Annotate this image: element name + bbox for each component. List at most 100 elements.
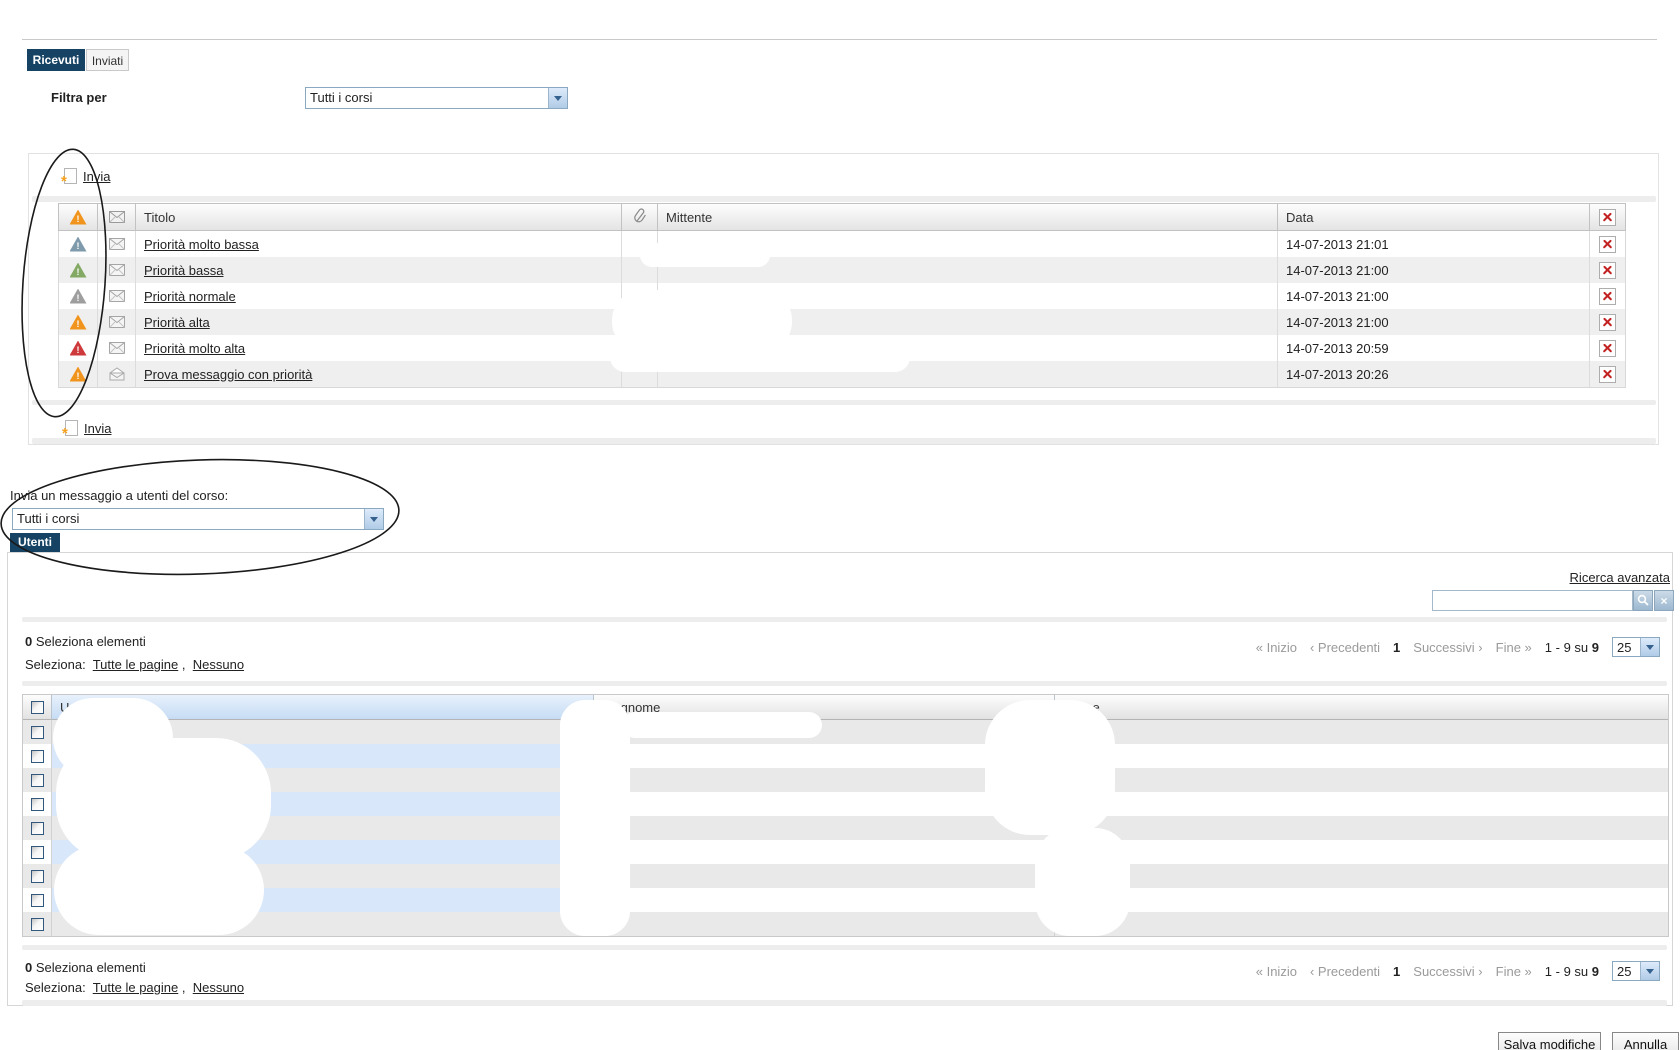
row-checkbox[interactable]	[31, 822, 44, 835]
pagination-prev[interactable]: ‹ Precedenti	[1310, 964, 1380, 979]
message-title-link[interactable]: Priorità molto bassa	[144, 237, 259, 252]
search-button[interactable]	[1633, 590, 1653, 611]
chevron-down-icon[interactable]	[1640, 638, 1659, 656]
send-message-link-bottom[interactable]: * Invia	[65, 420, 111, 436]
user-nome	[1054, 768, 1668, 792]
per-page-value: 25	[1613, 638, 1640, 656]
message-date: 14-07-2013 20:59	[1277, 335, 1589, 361]
redaction-blob	[560, 700, 630, 936]
priority-high-icon: !	[70, 367, 87, 382]
user-nome	[1054, 720, 1668, 744]
row-checkbox[interactable]	[31, 870, 44, 883]
user-cognome	[593, 888, 1054, 912]
select-none-link[interactable]: Nessuno	[193, 657, 244, 672]
select-none-link[interactable]: Nessuno	[193, 980, 244, 995]
priority-high-icon: !	[70, 315, 87, 330]
user-nome	[1054, 840, 1668, 864]
pagination-next[interactable]: Successivi ›	[1413, 640, 1482, 655]
pagination-bottom: « Inizio ‹ Precedenti 1 Successivi › Fin…	[1180, 960, 1660, 982]
top-divider	[22, 39, 1657, 40]
separator	[22, 1000, 1667, 1006]
close-icon: ×	[1660, 594, 1667, 608]
pagination-first[interactable]: « Inizio	[1256, 964, 1297, 979]
tab-ricevuti[interactable]: Ricevuti	[27, 49, 85, 71]
course-filter-select[interactable]: Tutti i corsi	[305, 87, 568, 109]
priority-very-low-icon: !	[70, 237, 87, 252]
row-checkbox[interactable]	[31, 846, 44, 859]
user-cognome	[593, 840, 1054, 864]
column-header-priority: !	[59, 204, 97, 230]
separator	[22, 945, 1667, 950]
save-button[interactable]: Salva modifiche	[1498, 1032, 1601, 1050]
priority-normal-icon: !	[70, 289, 87, 304]
select-all-pages-link[interactable]: Tutte le pagine	[93, 657, 179, 672]
delete-message-button[interactable]	[1599, 340, 1616, 357]
priority-icon: !	[70, 210, 87, 225]
search-input[interactable]	[1432, 590, 1633, 611]
pagination-range: 1 - 9 su 9	[1545, 640, 1599, 655]
chevron-down-icon[interactable]	[364, 509, 383, 529]
pagination-prev[interactable]: ‹ Precedenti	[1310, 640, 1380, 655]
envelope-icon	[109, 211, 125, 223]
tab-utenti[interactable]: Utenti	[10, 533, 60, 552]
column-header-mittente: Mittente	[657, 204, 1277, 230]
selection-links: Seleziona: Tutte le pagine , Nessuno	[25, 980, 244, 995]
pagination-last[interactable]: Fine »	[1496, 640, 1532, 655]
cancel-button[interactable]: Annulla	[1612, 1032, 1679, 1050]
search-icon	[1637, 594, 1650, 607]
envelope-open-icon	[109, 367, 125, 381]
message-title-link[interactable]: Priorità bassa	[144, 263, 223, 278]
select-all-checkbox[interactable]	[31, 701, 44, 714]
redaction-blob	[640, 243, 770, 267]
compose-course-select[interactable]: Tutti i corsi	[12, 508, 384, 530]
chevron-down-icon[interactable]	[1640, 962, 1659, 980]
chevron-down-icon[interactable]	[548, 88, 567, 108]
delete-message-button[interactable]	[1599, 288, 1616, 305]
new-message-icon: *	[64, 168, 77, 184]
message-title-link[interactable]: Priorità alta	[144, 315, 210, 330]
row-checkbox[interactable]	[31, 798, 44, 811]
per-page-select[interactable]: 25	[1612, 961, 1660, 981]
row-checkbox[interactable]	[31, 726, 44, 739]
advanced-search-link[interactable]: Ricerca avanzata	[1480, 570, 1670, 585]
select-all-pages-link[interactable]: Tutte le pagine	[93, 980, 179, 995]
delete-all-icon[interactable]	[1599, 209, 1616, 226]
message-title-link[interactable]: Prova messaggio con priorità	[144, 367, 312, 382]
column-header-titolo: Titolo	[135, 204, 621, 230]
column-header-read-state	[97, 204, 135, 230]
row-checkbox[interactable]	[31, 774, 44, 787]
per-page-select[interactable]: 25	[1612, 637, 1660, 657]
clear-search-button[interactable]: ×	[1654, 590, 1674, 611]
pagination-range: 1 - 9 su 9	[1545, 964, 1599, 979]
separator	[32, 438, 1656, 444]
paperclip-icon	[633, 208, 647, 226]
envelope-closed-icon	[109, 316, 125, 328]
message-title-link[interactable]: Priorità molto alta	[144, 341, 245, 356]
column-header-nome[interactable]: Nome	[1054, 695, 1668, 720]
row-checkbox[interactable]	[31, 918, 44, 931]
message-date: 14-07-2013 21:00	[1277, 309, 1589, 335]
delete-message-button[interactable]	[1599, 262, 1616, 279]
delete-message-button[interactable]	[1599, 366, 1616, 383]
delete-message-button[interactable]	[1599, 236, 1616, 253]
delete-message-button[interactable]	[1599, 314, 1616, 331]
users-table-header: Username ▲ Cognome Nome	[23, 695, 1668, 720]
redaction-blob	[54, 845, 264, 935]
column-header-attachment	[621, 204, 657, 230]
pagination-next[interactable]: Successivi ›	[1413, 964, 1482, 979]
redaction-blob	[1035, 828, 1130, 936]
column-header-delete	[1589, 204, 1625, 230]
message-date: 14-07-2013 21:00	[1277, 283, 1589, 309]
message-date: 14-07-2013 21:01	[1277, 231, 1589, 257]
user-cognome	[593, 864, 1054, 888]
row-checkbox[interactable]	[31, 894, 44, 907]
send-message-link-top[interactable]: * Invia	[64, 168, 110, 184]
pagination-last[interactable]: Fine »	[1496, 964, 1532, 979]
envelope-closed-icon	[109, 238, 125, 250]
user-nome	[1054, 792, 1668, 816]
row-checkbox[interactable]	[31, 750, 44, 763]
pagination-first[interactable]: « Inizio	[1256, 640, 1297, 655]
tab-inviati[interactable]: Inviati	[86, 49, 129, 71]
messages-page: Ricevuti Inviati Filtra per Tutti i cors…	[0, 0, 1680, 1050]
message-title-link[interactable]: Priorità normale	[144, 289, 236, 304]
